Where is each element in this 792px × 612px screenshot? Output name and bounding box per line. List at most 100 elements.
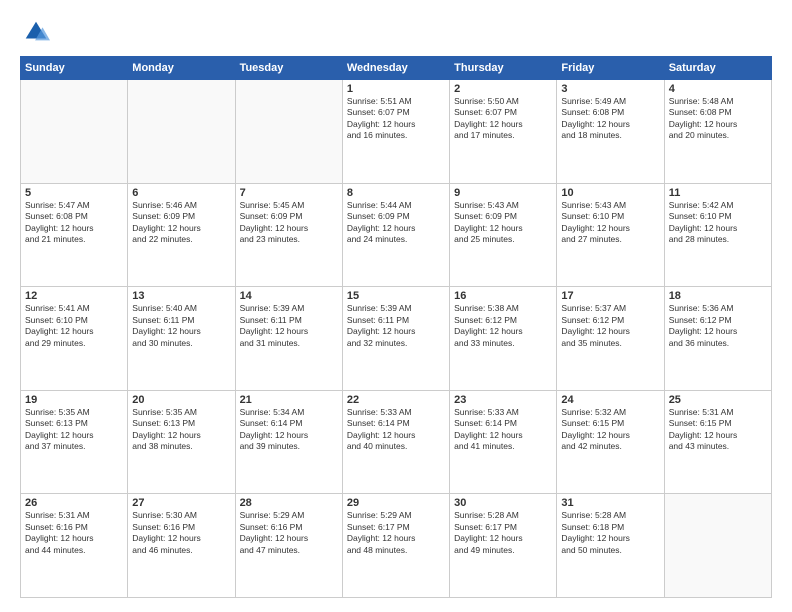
cell-info: Sunrise: 5:46 AMSunset: 6:09 PMDaylight:… (132, 200, 230, 246)
cell-info: Sunrise: 5:45 AMSunset: 6:09 PMDaylight:… (240, 200, 338, 246)
calendar-cell: 29Sunrise: 5:29 AMSunset: 6:17 PMDayligh… (342, 494, 449, 598)
calendar-cell: 4Sunrise: 5:48 AMSunset: 6:08 PMDaylight… (664, 80, 771, 184)
calendar-cell: 17Sunrise: 5:37 AMSunset: 6:12 PMDayligh… (557, 287, 664, 391)
col-header-wednesday: Wednesday (342, 57, 449, 80)
calendar-cell: 28Sunrise: 5:29 AMSunset: 6:16 PMDayligh… (235, 494, 342, 598)
calendar-cell: 2Sunrise: 5:50 AMSunset: 6:07 PMDaylight… (450, 80, 557, 184)
calendar-cell: 27Sunrise: 5:30 AMSunset: 6:16 PMDayligh… (128, 494, 235, 598)
cell-info: Sunrise: 5:39 AMSunset: 6:11 PMDaylight:… (240, 303, 338, 349)
day-number: 2 (454, 83, 552, 95)
cell-info: Sunrise: 5:40 AMSunset: 6:11 PMDaylight:… (132, 303, 230, 349)
day-number: 4 (669, 83, 767, 95)
cell-info: Sunrise: 5:34 AMSunset: 6:14 PMDaylight:… (240, 407, 338, 453)
calendar-cell: 7Sunrise: 5:45 AMSunset: 6:09 PMDaylight… (235, 183, 342, 287)
day-number: 13 (132, 290, 230, 302)
calendar-cell: 8Sunrise: 5:44 AMSunset: 6:09 PMDaylight… (342, 183, 449, 287)
day-number: 31 (561, 497, 659, 509)
cell-info: Sunrise: 5:35 AMSunset: 6:13 PMDaylight:… (132, 407, 230, 453)
logo-icon (22, 18, 50, 46)
cell-info: Sunrise: 5:41 AMSunset: 6:10 PMDaylight:… (25, 303, 123, 349)
day-number: 26 (25, 497, 123, 509)
cell-info: Sunrise: 5:43 AMSunset: 6:10 PMDaylight:… (561, 200, 659, 246)
calendar-cell: 1Sunrise: 5:51 AMSunset: 6:07 PMDaylight… (342, 80, 449, 184)
cell-info: Sunrise: 5:38 AMSunset: 6:12 PMDaylight:… (454, 303, 552, 349)
cell-info: Sunrise: 5:37 AMSunset: 6:12 PMDaylight:… (561, 303, 659, 349)
day-number: 27 (132, 497, 230, 509)
calendar-cell: 24Sunrise: 5:32 AMSunset: 6:15 PMDayligh… (557, 390, 664, 494)
day-number: 14 (240, 290, 338, 302)
calendar-cell: 9Sunrise: 5:43 AMSunset: 6:09 PMDaylight… (450, 183, 557, 287)
cell-info: Sunrise: 5:39 AMSunset: 6:11 PMDaylight:… (347, 303, 445, 349)
calendar-cell: 31Sunrise: 5:28 AMSunset: 6:18 PMDayligh… (557, 494, 664, 598)
calendar-cell: 20Sunrise: 5:35 AMSunset: 6:13 PMDayligh… (128, 390, 235, 494)
cell-info: Sunrise: 5:33 AMSunset: 6:14 PMDaylight:… (347, 407, 445, 453)
day-number: 8 (347, 187, 445, 199)
calendar-cell: 19Sunrise: 5:35 AMSunset: 6:13 PMDayligh… (21, 390, 128, 494)
calendar-week-2: 5Sunrise: 5:47 AMSunset: 6:08 PMDaylight… (21, 183, 772, 287)
col-header-sunday: Sunday (21, 57, 128, 80)
col-header-saturday: Saturday (664, 57, 771, 80)
day-number: 21 (240, 394, 338, 406)
calendar-cell (21, 80, 128, 184)
cell-info: Sunrise: 5:48 AMSunset: 6:08 PMDaylight:… (669, 96, 767, 142)
cell-info: Sunrise: 5:29 AMSunset: 6:17 PMDaylight:… (347, 510, 445, 556)
calendar-cell: 11Sunrise: 5:42 AMSunset: 6:10 PMDayligh… (664, 183, 771, 287)
calendar-cell: 10Sunrise: 5:43 AMSunset: 6:10 PMDayligh… (557, 183, 664, 287)
calendar-week-4: 19Sunrise: 5:35 AMSunset: 6:13 PMDayligh… (21, 390, 772, 494)
day-number: 16 (454, 290, 552, 302)
day-number: 22 (347, 394, 445, 406)
calendar-table: SundayMondayTuesdayWednesdayThursdayFrid… (20, 56, 772, 598)
calendar-cell: 14Sunrise: 5:39 AMSunset: 6:11 PMDayligh… (235, 287, 342, 391)
day-number: 30 (454, 497, 552, 509)
day-number: 17 (561, 290, 659, 302)
day-number: 25 (669, 394, 767, 406)
cell-info: Sunrise: 5:33 AMSunset: 6:14 PMDaylight:… (454, 407, 552, 453)
day-number: 12 (25, 290, 123, 302)
calendar-cell: 15Sunrise: 5:39 AMSunset: 6:11 PMDayligh… (342, 287, 449, 391)
day-number: 15 (347, 290, 445, 302)
cell-info: Sunrise: 5:44 AMSunset: 6:09 PMDaylight:… (347, 200, 445, 246)
day-number: 20 (132, 394, 230, 406)
cell-info: Sunrise: 5:47 AMSunset: 6:08 PMDaylight:… (25, 200, 123, 246)
day-number: 18 (669, 290, 767, 302)
cell-info: Sunrise: 5:29 AMSunset: 6:16 PMDaylight:… (240, 510, 338, 556)
calendar-week-1: 1Sunrise: 5:51 AMSunset: 6:07 PMDaylight… (21, 80, 772, 184)
cell-info: Sunrise: 5:36 AMSunset: 6:12 PMDaylight:… (669, 303, 767, 349)
calendar-cell: 18Sunrise: 5:36 AMSunset: 6:12 PMDayligh… (664, 287, 771, 391)
col-header-thursday: Thursday (450, 57, 557, 80)
day-number: 28 (240, 497, 338, 509)
cell-info: Sunrise: 5:49 AMSunset: 6:08 PMDaylight:… (561, 96, 659, 142)
calendar-cell (128, 80, 235, 184)
day-number: 1 (347, 83, 445, 95)
day-number: 6 (132, 187, 230, 199)
calendar-cell: 3Sunrise: 5:49 AMSunset: 6:08 PMDaylight… (557, 80, 664, 184)
calendar-cell: 26Sunrise: 5:31 AMSunset: 6:16 PMDayligh… (21, 494, 128, 598)
cell-info: Sunrise: 5:51 AMSunset: 6:07 PMDaylight:… (347, 96, 445, 142)
calendar-cell: 5Sunrise: 5:47 AMSunset: 6:08 PMDaylight… (21, 183, 128, 287)
day-number: 29 (347, 497, 445, 509)
calendar-cell: 23Sunrise: 5:33 AMSunset: 6:14 PMDayligh… (450, 390, 557, 494)
calendar-week-5: 26Sunrise: 5:31 AMSunset: 6:16 PMDayligh… (21, 494, 772, 598)
header (20, 18, 772, 46)
calendar-week-3: 12Sunrise: 5:41 AMSunset: 6:10 PMDayligh… (21, 287, 772, 391)
logo (20, 18, 50, 46)
day-number: 11 (669, 187, 767, 199)
calendar-cell: 22Sunrise: 5:33 AMSunset: 6:14 PMDayligh… (342, 390, 449, 494)
cell-info: Sunrise: 5:35 AMSunset: 6:13 PMDaylight:… (25, 407, 123, 453)
cell-info: Sunrise: 5:32 AMSunset: 6:15 PMDaylight:… (561, 407, 659, 453)
day-number: 7 (240, 187, 338, 199)
cell-info: Sunrise: 5:28 AMSunset: 6:17 PMDaylight:… (454, 510, 552, 556)
day-number: 9 (454, 187, 552, 199)
cell-info: Sunrise: 5:30 AMSunset: 6:16 PMDaylight:… (132, 510, 230, 556)
col-header-tuesday: Tuesday (235, 57, 342, 80)
calendar-cell (664, 494, 771, 598)
calendar-cell: 16Sunrise: 5:38 AMSunset: 6:12 PMDayligh… (450, 287, 557, 391)
calendar-cell: 25Sunrise: 5:31 AMSunset: 6:15 PMDayligh… (664, 390, 771, 494)
calendar-header-row: SundayMondayTuesdayWednesdayThursdayFrid… (21, 57, 772, 80)
calendar-cell: 30Sunrise: 5:28 AMSunset: 6:17 PMDayligh… (450, 494, 557, 598)
day-number: 19 (25, 394, 123, 406)
calendar-cell: 13Sunrise: 5:40 AMSunset: 6:11 PMDayligh… (128, 287, 235, 391)
cell-info: Sunrise: 5:50 AMSunset: 6:07 PMDaylight:… (454, 96, 552, 142)
calendar-cell: 12Sunrise: 5:41 AMSunset: 6:10 PMDayligh… (21, 287, 128, 391)
calendar-cell (235, 80, 342, 184)
